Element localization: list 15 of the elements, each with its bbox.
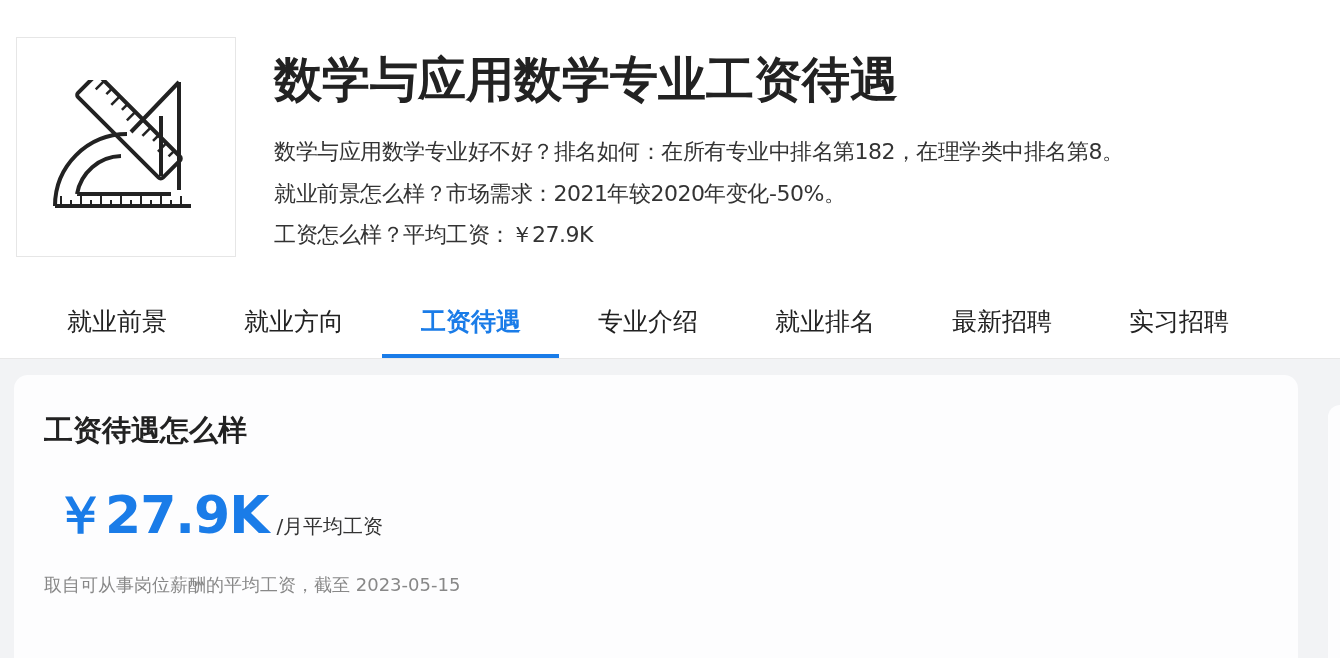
tab[interactable]: 就业排名 xyxy=(736,293,913,358)
summary-line: 就业前景怎么样？市场需求：2021年较2020年变化-50%。 xyxy=(274,179,847,208)
salary-unit: /月平均工资 xyxy=(276,513,384,540)
summary-line: 数学与应用数学专业好不好？排名如何：在所有专业中排名第182，在理学类中排名第8。 xyxy=(274,138,1124,166)
tab[interactable]: 实习招聘 xyxy=(1090,293,1267,358)
summary-line: 工资怎么样？平均工资：￥27.9K xyxy=(274,221,595,249)
tab[interactable]: 就业方向 xyxy=(205,293,382,358)
card-title: 工资待遇怎么样 xyxy=(44,412,248,449)
source-note: 取自可从事岗位薪酬的平均工资，截至 2023-05-15 xyxy=(44,573,462,597)
tab[interactable]: 工资待遇 xyxy=(382,293,559,358)
page-title: 数学与应用数学专业工资待遇 xyxy=(274,50,899,109)
tab[interactable]: 就业前景 xyxy=(28,293,205,358)
salary-amount: ￥27.9K xyxy=(54,484,269,547)
tab[interactable]: 专业介绍 xyxy=(559,293,736,358)
tab[interactable]: 最新招聘 xyxy=(913,293,1090,358)
